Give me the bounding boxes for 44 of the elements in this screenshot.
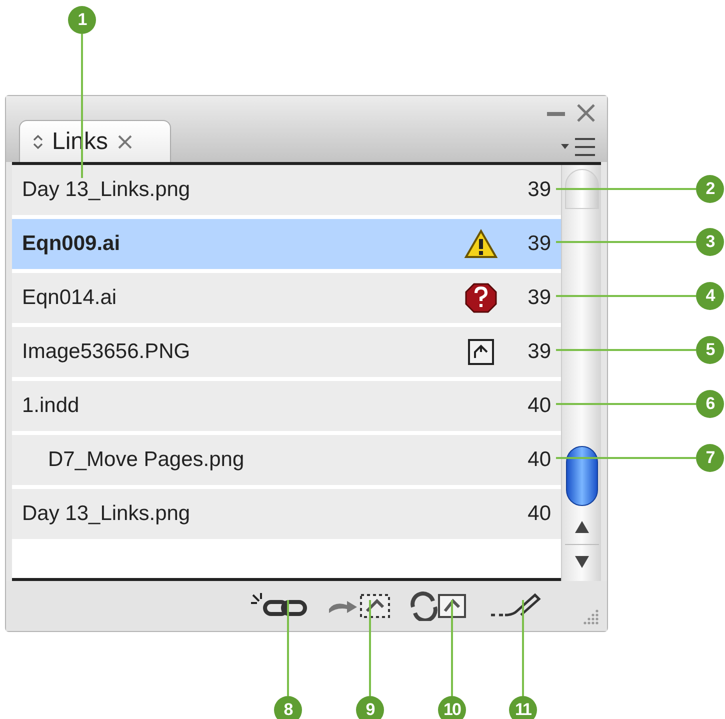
callout-number: 3 <box>696 228 724 256</box>
page-number: 39 <box>526 231 551 258</box>
link-row[interactable]: 1.indd 40 <box>12 381 561 431</box>
page-number: 39 <box>526 285 551 312</box>
link-name: Image53656.PNG <box>22 339 192 366</box>
page-number: 40 <box>526 447 551 474</box>
scroll-thumb[interactable] <box>566 446 598 506</box>
link-name: D7_Move Pages.png <box>48 447 246 474</box>
page-number: 39 <box>526 339 551 366</box>
callout-number: 5 <box>696 336 724 364</box>
sort-icon <box>32 132 44 150</box>
link-name: Eqn014.ai <box>22 285 118 312</box>
link-row[interactable]: Day 13_Links.png 40 <box>12 489 561 539</box>
callout-number: 2 <box>696 175 724 203</box>
page-number: 39 <box>526 177 551 204</box>
scroll-down-icon[interactable] <box>574 555 590 569</box>
resize-grip-icon[interactable] <box>581 607 599 625</box>
callout-number: 4 <box>696 282 724 310</box>
page-number: 40 <box>526 501 551 528</box>
close-icon[interactable] <box>575 102 597 124</box>
callout-number: 8 <box>274 696 302 719</box>
warning-icon <box>464 229 498 259</box>
callout-number: 6 <box>696 390 724 418</box>
callout-number: 11 <box>509 696 537 719</box>
scroll-cap <box>564 169 598 209</box>
page-number: 40 <box>526 393 551 420</box>
missing-icon <box>464 282 498 314</box>
embedded-icon <box>467 338 495 366</box>
link-row[interactable]: Image53656.PNG 39 <box>12 327 561 377</box>
scrollbar-track[interactable] <box>561 165 601 581</box>
close-icon[interactable] <box>116 132 134 150</box>
link-name: 1.indd <box>22 393 80 420</box>
link-name: Day 13_Links.png <box>22 501 192 528</box>
link-row[interactable]: D7_Move Pages.png 40 <box>12 435 561 485</box>
callout-number: 7 <box>696 444 724 472</box>
link-name: Day 13_Links.png <box>22 177 192 204</box>
callout-number: 1 <box>68 6 96 34</box>
scroll-up-icon[interactable] <box>574 520 590 534</box>
callout-number: 9 <box>356 696 384 719</box>
link-row[interactable]: Eqn014.ai 39 <box>12 273 561 323</box>
link-row[interactable]: Day 13_Links.png 39 <box>12 165 561 215</box>
link-name: Eqn009.ai <box>22 231 122 258</box>
link-row[interactable]: Eqn009.ai 39 <box>12 219 561 269</box>
callout-number: 10 <box>438 696 466 719</box>
